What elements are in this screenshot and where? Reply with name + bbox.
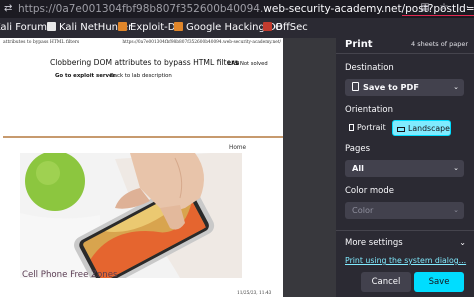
portrait-option[interactable]: Portrait bbox=[345, 120, 389, 136]
home-link: Home bbox=[229, 145, 247, 151]
lab-title: Clobbering DOM attributes to bypass HTML… bbox=[50, 58, 239, 67]
chevron-down-icon[interactable]: ⌄ bbox=[459, 238, 466, 247]
page-footer-date: 11/25/23, 11:43 bbox=[237, 291, 272, 296]
color-mode-select[interactable]: Color ⌄ bbox=[345, 202, 464, 219]
post-title: Cell Phone Free Zones bbox=[22, 270, 118, 280]
panel-divider bbox=[336, 230, 474, 231]
page-header-url: https://0a7e001304fbf98b807f352600b40094… bbox=[122, 40, 281, 45]
bookmarks-bar: Kali Forums Kali NetHunter Exploit-DB Go… bbox=[0, 18, 474, 38]
portrait-icon bbox=[349, 124, 354, 131]
chevron-down-icon: ⌄ bbox=[453, 206, 459, 214]
lab-badge: LAB bbox=[228, 61, 240, 67]
chevron-down-icon: ⌄ bbox=[453, 164, 459, 172]
destination-select[interactable]: Save to PDF ⌄ bbox=[345, 79, 464, 96]
destination-value: Save to PDF bbox=[363, 82, 419, 92]
landscape-option[interactable]: Landscape bbox=[392, 120, 451, 136]
bookmark-exploit-db[interactable]: Exploit-DB bbox=[118, 18, 182, 38]
landscape-label: Landscape bbox=[408, 124, 450, 133]
panel-title: Print bbox=[345, 39, 373, 50]
bookmark-kali-forums[interactable]: Kali Forums bbox=[0, 18, 52, 38]
print-preview[interactable]: attributes to bypass HTML filters https:… bbox=[0, 38, 336, 297]
bookmark-offsec[interactable]: OffSec bbox=[263, 18, 308, 38]
color-mode-value: Color bbox=[352, 205, 374, 215]
cancel-button[interactable]: Cancel bbox=[361, 272, 411, 292]
color-mode-label: Color mode bbox=[345, 186, 394, 196]
orientation-label: Orientation bbox=[345, 105, 393, 115]
pages-value: All bbox=[352, 163, 364, 173]
extensions-icon[interactable]: ⋯ bbox=[458, 2, 470, 14]
pages-label: Pages bbox=[345, 144, 371, 154]
go-to-exploit-link: Go to exploit server bbox=[55, 73, 116, 79]
reader-view-icon[interactable]: ▤ bbox=[419, 2, 431, 14]
bookmark-label: Kali Forums bbox=[0, 22, 53, 33]
offsec-icon bbox=[263, 22, 272, 31]
url-domain: web-security-academy.net bbox=[263, 3, 402, 15]
url-text[interactable]: https://0a7e001304fbf98b807f352600b40094… bbox=[18, 0, 474, 18]
sheets-count: 4 sheets of paper bbox=[411, 40, 468, 48]
destination-label: Destination bbox=[345, 63, 394, 73]
landscape-icon bbox=[397, 127, 405, 132]
bookmark-label: OffSec bbox=[275, 22, 308, 33]
chevron-down-icon: ⌄ bbox=[453, 83, 459, 91]
back-to-lab-link: Back to lab description bbox=[110, 73, 172, 79]
exploit-db-icon bbox=[118, 22, 127, 31]
exploit-db-icon bbox=[174, 22, 183, 31]
save-button[interactable]: Save bbox=[414, 272, 464, 292]
lab-status: Not solved bbox=[240, 61, 268, 67]
system-dialog-link[interactable]: Print using the system dialog... bbox=[345, 256, 466, 265]
header-divider bbox=[3, 136, 283, 138]
panel-divider bbox=[336, 53, 474, 54]
url-prefix: https://0a7e001304fbf98b807f352600b40094… bbox=[18, 3, 264, 15]
url-bar[interactable]: ⇄ https://0a7e001304fbf98b807f352600b400… bbox=[0, 0, 474, 18]
page-settings-icon[interactable]: ⇄ bbox=[4, 0, 14, 18]
portrait-label: Portrait bbox=[357, 123, 386, 132]
kali-dragon-icon bbox=[47, 22, 56, 31]
bookmark-star-icon[interactable]: ☆ bbox=[438, 2, 450, 14]
pdf-icon bbox=[352, 82, 359, 91]
pages-select[interactable]: All ⌄ bbox=[345, 160, 464, 177]
more-settings-toggle[interactable]: More settings bbox=[345, 238, 403, 248]
preview-page: attributes to bypass HTML filters https:… bbox=[0, 38, 283, 297]
print-settings-panel: Print 4 sheets of paper Destination Save… bbox=[336, 38, 474, 297]
post-image bbox=[20, 153, 242, 278]
page-header-title: attributes to bypass HTML filters bbox=[3, 40, 80, 45]
